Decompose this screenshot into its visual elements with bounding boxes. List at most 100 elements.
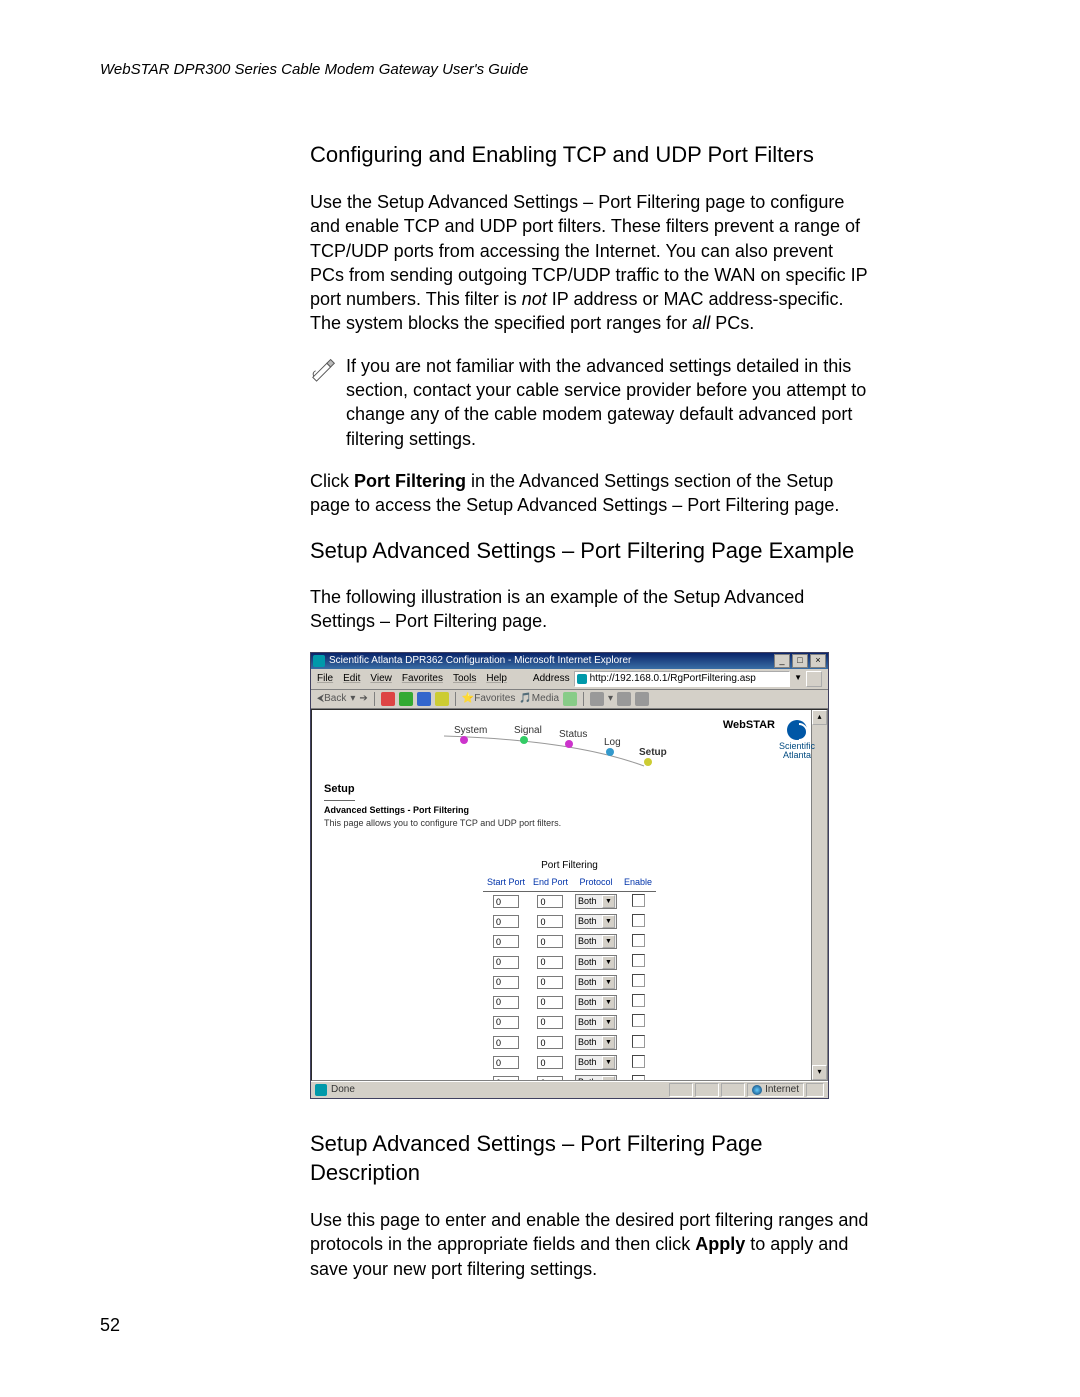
status-done: Done <box>331 1083 355 1097</box>
port-filtering-table: Port Filtering Start Port End Port Proto… <box>483 859 656 1081</box>
end-port-input[interactable] <box>537 956 563 969</box>
address-url: http://192.168.0.1/RgPortFiltering.asp <box>590 672 756 686</box>
protocol-select[interactable]: Both <box>575 995 617 1010</box>
menu-file[interactable]: File <box>317 672 333 686</box>
start-port-input[interactable] <box>493 1076 519 1080</box>
start-port-input[interactable] <box>493 1036 519 1049</box>
titlebar: Scientific Atlanta DPR362 Configuration … <box>311 653 828 669</box>
resize-grip[interactable] <box>806 1083 824 1097</box>
system-dot-icon <box>460 736 468 744</box>
section1-click: Click Port Filtering in the Advanced Set… <box>310 469 870 518</box>
section1-all: all <box>692 313 710 333</box>
nav-status[interactable]: Status <box>559 728 587 742</box>
enable-checkbox[interactable] <box>632 994 645 1007</box>
end-port-input[interactable] <box>537 1056 563 1069</box>
back-button[interactable]: ⮜Back <box>317 692 346 706</box>
enable-checkbox[interactable] <box>632 974 645 987</box>
address-input[interactable]: http://192.168.0.1/RgPortFiltering.asp <box>574 671 790 687</box>
protocol-select[interactable]: Both <box>575 1075 617 1080</box>
enable-checkbox[interactable] <box>632 1075 645 1081</box>
ie-icon <box>313 655 325 667</box>
refresh-icon[interactable] <box>399 692 413 706</box>
menu-view[interactable]: View <box>370 672 392 686</box>
enable-checkbox[interactable] <box>632 1014 645 1027</box>
menu-edit[interactable]: Edit <box>343 672 360 686</box>
close-button[interactable]: × <box>810 654 826 668</box>
protocol-select[interactable]: Both <box>575 934 617 949</box>
start-port-input[interactable] <box>493 935 519 948</box>
running-header: WebSTAR DPR300 Series Cable Modem Gatewa… <box>100 60 990 80</box>
back-dropdown[interactable]: ▾ <box>350 692 355 706</box>
search-icon[interactable] <box>435 692 449 706</box>
status-pane <box>695 1083 719 1097</box>
end-port-input[interactable] <box>537 976 563 989</box>
start-port-input[interactable] <box>493 915 519 928</box>
setup-subheading: Advanced Settings - Port Filtering <box>324 804 815 816</box>
start-port-input[interactable] <box>493 895 519 908</box>
end-port-input[interactable] <box>537 996 563 1009</box>
protocol-select[interactable]: Both <box>575 975 617 990</box>
home-icon[interactable] <box>417 692 431 706</box>
enable-checkbox[interactable] <box>632 954 645 967</box>
end-port-input[interactable] <box>537 1036 563 1049</box>
protocol-select[interactable]: Both <box>575 1055 617 1070</box>
end-port-input[interactable] <box>537 1016 563 1029</box>
enable-checkbox[interactable] <box>632 894 645 907</box>
table-row: Both <box>483 992 656 1012</box>
enable-checkbox[interactable] <box>632 1055 645 1068</box>
setup-heading: Setup <box>324 782 355 801</box>
media-button[interactable]: 🎵Media <box>519 692 559 706</box>
end-port-input[interactable] <box>537 915 563 928</box>
address-label: Address <box>533 672 570 686</box>
setup-description: This page allows you to configure TCP an… <box>324 817 815 829</box>
webstar-logo: WebSTAR <box>723 718 775 733</box>
section1-click-pre: Click <box>310 471 354 491</box>
note-icon <box>310 352 340 382</box>
maximize-button[interactable]: □ <box>792 654 808 668</box>
end-port-input[interactable] <box>537 935 563 948</box>
edit-icon[interactable] <box>635 692 649 706</box>
stop-icon[interactable] <box>381 692 395 706</box>
start-port-input[interactable] <box>493 996 519 1009</box>
go-button[interactable] <box>806 671 822 687</box>
section2-title: Setup Advanced Settings – Port Filtering… <box>310 536 870 566</box>
minimize-button[interactable]: _ <box>774 654 790 668</box>
table-row: Both <box>483 1053 656 1073</box>
table-row: Both <box>483 891 656 912</box>
col-enable: Enable <box>620 874 656 891</box>
mail-dropdown[interactable]: ▾ <box>608 692 613 706</box>
start-port-input[interactable] <box>493 1016 519 1029</box>
table-row: Both <box>483 912 656 932</box>
menu-help[interactable]: Help <box>486 672 507 686</box>
end-port-input[interactable] <box>537 1076 563 1080</box>
favorites-button[interactable]: ⭐Favorites <box>462 692 516 706</box>
enable-checkbox[interactable] <box>632 914 645 927</box>
nav-system[interactable]: System <box>454 724 487 738</box>
nav-curve: System Signal Status Log Setup WebSTAR S… <box>324 718 815 768</box>
protocol-select[interactable]: Both <box>575 894 617 909</box>
menu-tools[interactable]: Tools <box>453 672 476 686</box>
history-icon[interactable] <box>563 692 577 706</box>
protocol-select[interactable]: Both <box>575 1035 617 1050</box>
protocol-select[interactable]: Both <box>575 1015 617 1030</box>
internet-icon <box>752 1085 762 1095</box>
mail-icon[interactable] <box>590 692 604 706</box>
enable-checkbox[interactable] <box>632 934 645 947</box>
protocol-select[interactable]: Both <box>575 914 617 929</box>
menu-favorites[interactable]: Favorites <box>402 672 443 686</box>
log-dot-icon <box>606 748 614 756</box>
print-icon[interactable] <box>617 692 631 706</box>
start-port-input[interactable] <box>493 956 519 969</box>
page-content: ▴ ▾ System Signal Status Log Setup <box>311 709 828 1081</box>
start-port-input[interactable] <box>493 976 519 989</box>
address-dropdown[interactable]: ▼ <box>794 673 802 684</box>
enable-checkbox[interactable] <box>632 1035 645 1048</box>
section2-para: The following illustration is an example… <box>310 585 870 634</box>
end-port-input[interactable] <box>537 895 563 908</box>
table-caption: Port Filtering <box>483 859 656 875</box>
toolbar: ⮜Back ▾ ➔ ⭐Favorites 🎵Media ▾ <box>311 690 828 709</box>
start-port-input[interactable] <box>493 1056 519 1069</box>
protocol-select[interactable]: Both <box>575 955 617 970</box>
section1-para: Use the Setup Advanced Settings – Port F… <box>310 190 870 336</box>
forward-button[interactable]: ➔ <box>359 692 367 706</box>
